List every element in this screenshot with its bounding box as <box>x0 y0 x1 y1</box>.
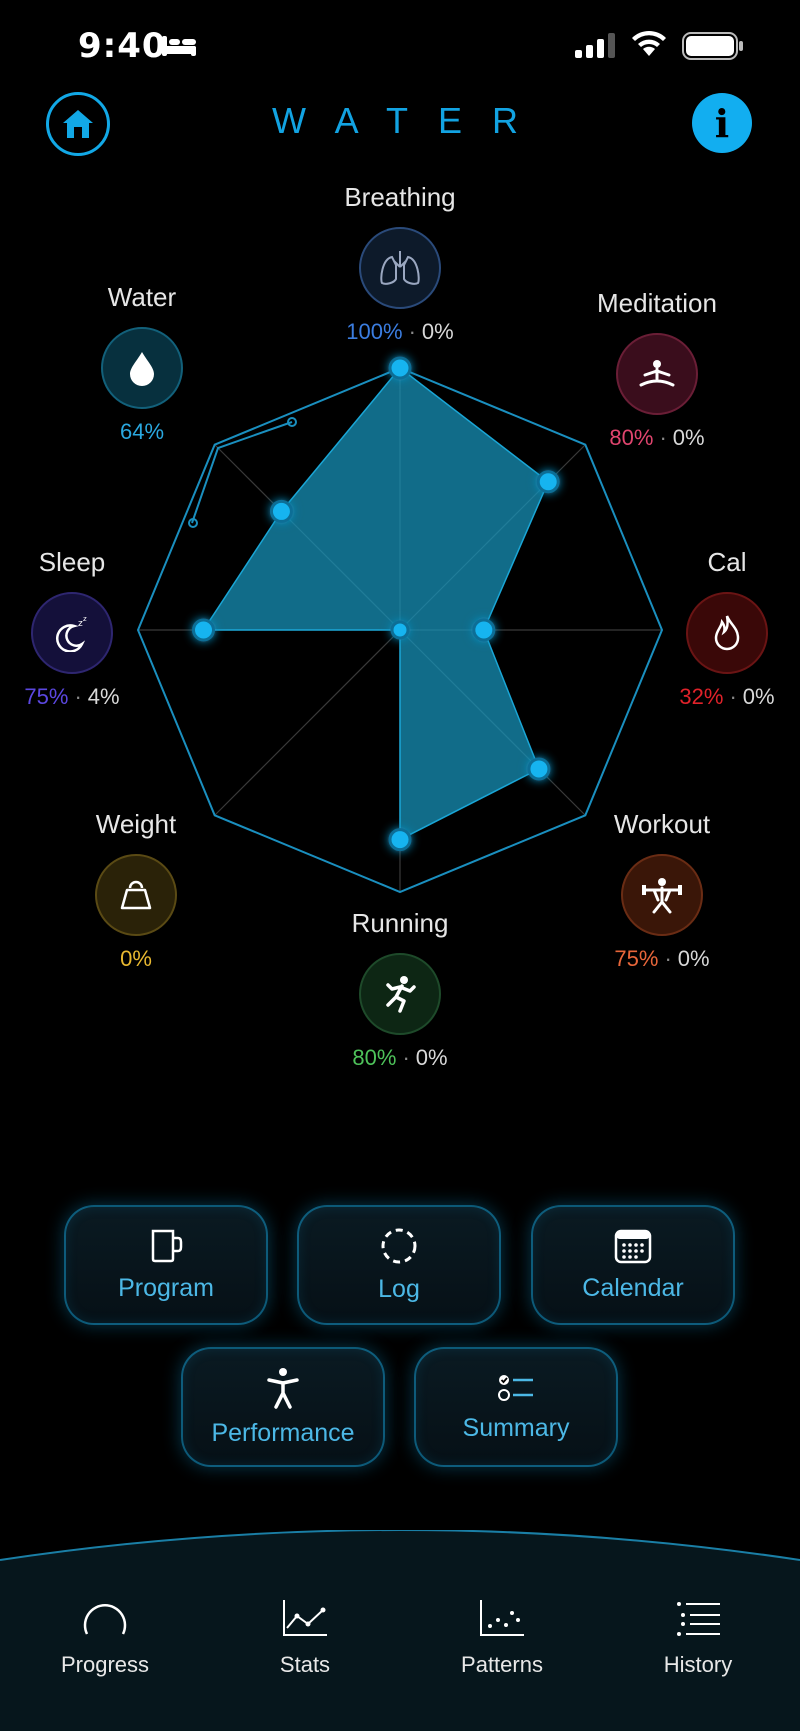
summary-button[interactable]: Summary <box>414 1347 618 1467</box>
metric-water[interactable]: Water 64% <box>32 282 252 445</box>
water-drop-icon <box>101 327 183 409</box>
metric-breathing[interactable]: Breathing 100% · 0% <box>290 182 510 345</box>
meditation-icon <box>616 333 698 415</box>
radar-point-cal <box>472 618 496 642</box>
radar-point-running <box>388 828 412 852</box>
radar-point-workout <box>527 757 551 781</box>
metric-values: 100% · 0% <box>346 319 454 344</box>
metric-label: Running <box>351 908 449 938</box>
list-icon <box>677 1602 720 1636</box>
metric-values: 75% · 0% <box>614 946 710 971</box>
dashed-circle-icon <box>381 1228 417 1263</box>
metric-values: 80% · 0% <box>609 425 705 450</box>
radar-point-breathing <box>388 356 412 380</box>
running-icon <box>359 953 441 1035</box>
calendar-icon <box>614 1229 652 1263</box>
metric-label: Breathing <box>344 182 456 212</box>
metric-values: 75% · 4% <box>24 684 120 709</box>
performance-label: Performance <box>211 1418 355 1447</box>
metric-values: 0% <box>120 946 152 971</box>
scatter-plot-icon <box>480 1600 524 1636</box>
lungs-icon <box>359 227 441 309</box>
summary-label: Summary <box>462 1413 570 1442</box>
metric-label: Meditation <box>597 288 717 318</box>
metric-sleep[interactable]: Sleep zz 75% · 4% <box>0 547 182 710</box>
calendar-label: Calendar <box>582 1273 684 1302</box>
metric-label: Cal <box>707 547 747 577</box>
tab-progress[interactable]: Progress <box>15 1598 195 1678</box>
tab-label: Patterns <box>461 1652 543 1677</box>
metric-values: 32% · 0% <box>679 684 775 709</box>
log-button[interactable]: Log <box>297 1205 501 1325</box>
metric-running[interactable]: Running 80% · 0% <box>290 908 510 1071</box>
radar-point-meditation <box>536 470 560 494</box>
metric-workout[interactable]: Workout 75% · 0% <box>552 809 772 972</box>
log-label: Log <box>378 1274 420 1303</box>
checklist-icon <box>498 1374 533 1401</box>
metric-values: 80% · 0% <box>352 1045 448 1070</box>
weightlifter-icon <box>621 854 703 936</box>
radar-point-water <box>269 499 293 523</box>
radar-spoke-weight <box>214 629 401 816</box>
svg-text:z: z <box>83 615 87 623</box>
metric-values: 64% <box>119 419 165 444</box>
tab-stats[interactable]: Stats <box>215 1598 395 1678</box>
tab-history[interactable]: History <box>608 1598 788 1678</box>
kettlebell-icon <box>95 854 177 936</box>
radar-area <box>202 366 550 841</box>
accessibility-figure-icon <box>267 1367 299 1409</box>
tab-patterns[interactable]: Patterns <box>412 1598 592 1678</box>
performance-button[interactable]: Performance <box>181 1347 385 1467</box>
mug-icon <box>151 1229 183 1262</box>
tab-label: Progress <box>60 1652 150 1677</box>
line-chart-icon <box>283 1600 327 1636</box>
radar-point-weight <box>390 620 410 640</box>
metric-label: Sleep <box>38 547 106 577</box>
calendar-button[interactable]: Calendar <box>531 1205 735 1325</box>
tab-label: History <box>663 1652 733 1677</box>
radar-point-sleep <box>192 618 215 642</box>
flame-icon <box>686 592 768 674</box>
program-button[interactable]: Program <box>64 1205 268 1325</box>
metric-label: Weight <box>95 809 177 839</box>
program-label: Program <box>118 1273 214 1302</box>
progress-ring-icon <box>83 1604 127 1635</box>
tab-label: Stats <box>279 1652 331 1677</box>
moon-sleep-icon: zz <box>31 592 113 674</box>
metric-meditation[interactable]: Meditation 80% · 0% <box>547 288 767 451</box>
metric-label: Workout <box>613 809 711 839</box>
metric-cal[interactable]: Cal 32% · 0% <box>617 547 800 710</box>
metric-label: Water <box>107 282 177 312</box>
metric-weight[interactable]: Weight 0% <box>26 809 246 972</box>
